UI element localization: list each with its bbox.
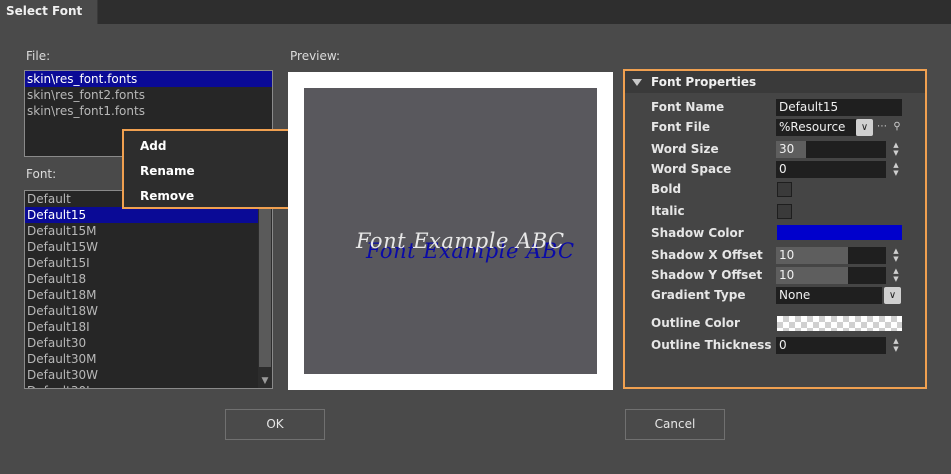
magnifier-icon[interactable]: ⚲ <box>891 120 903 134</box>
font-list-item[interactable]: Default18W <box>25 303 258 319</box>
gradient-type-select[interactable]: None <box>776 287 882 304</box>
ellipsis-icon[interactable]: ⋯ <box>876 120 888 134</box>
file-list-item[interactable]: skin\res_font.fonts <box>25 71 272 87</box>
font-properties-header[interactable]: Font Properties <box>625 71 925 93</box>
italic-label: Italic <box>651 204 685 218</box>
outline-thickness-spinner-icon[interactable]: ▲ ▼ <box>891 337 901 354</box>
word-space-spinner-icon[interactable]: ▲ ▼ <box>891 161 901 178</box>
window-title: Select Font <box>0 0 98 24</box>
font-list-item[interactable]: Default18I <box>25 319 258 335</box>
outline-thickness-label: Outline Thickness <box>651 338 772 352</box>
title-bar: Select Font <box>0 0 951 24</box>
bold-checkbox[interactable] <box>777 182 792 197</box>
shadow-y-offset-slider[interactable]: 10 <box>776 267 886 284</box>
outline-thickness-field[interactable]: 0 <box>776 337 886 354</box>
file-list-item[interactable]: skin\res_font2.fonts <box>25 87 272 103</box>
gradient-type-value: None <box>779 288 811 302</box>
font-list-item[interactable]: Default30M <box>25 351 258 367</box>
shadow-color-label: Shadow Color <box>651 226 744 240</box>
font-list-item[interactable]: Default18 <box>25 271 258 287</box>
word-size-slider[interactable]: 30 <box>776 141 886 158</box>
word-space-label: Word Space <box>651 162 732 176</box>
outline-thickness-value: 0 <box>779 338 787 352</box>
ok-button[interactable]: OK <box>225 409 325 440</box>
font-list-item[interactable]: Default18M <box>25 287 258 303</box>
font-list[interactable]: Default Default15 Default15M Default15W Defa… <box>24 190 273 389</box>
font-file-dropdown-icon[interactable]: ∨ <box>856 119 873 136</box>
preview-canvas: Font Example ABC Font Example ABC <box>304 88 597 374</box>
font-properties-title: Font Properties <box>651 75 757 89</box>
font-file-select[interactable]: %Resource <box>776 119 856 136</box>
scrollbar-thumb[interactable] <box>259 193 271 367</box>
font-list-scrollbar[interactable]: ▼ <box>258 191 272 388</box>
font-name-field[interactable]: Default15 <box>776 99 902 116</box>
italic-checkbox[interactable] <box>777 204 792 219</box>
shadow-x-offset-slider[interactable]: 10 <box>776 247 886 264</box>
outline-color-swatch[interactable] <box>777 316 902 331</box>
font-list-item[interactable]: Default15W <box>25 239 258 255</box>
font-file-label: Font File <box>651 120 710 134</box>
shadow-y-offset-value: 10 <box>779 268 795 282</box>
shadow-x-offset-value: 10 <box>779 248 795 262</box>
cancel-button[interactable]: Cancel <box>625 409 725 440</box>
shadow-color-swatch[interactable] <box>777 225 902 240</box>
file-label: File: <box>26 49 51 63</box>
gradient-type-dropdown-icon[interactable]: ∨ <box>884 287 901 304</box>
preview-frame: Font Example ABC Font Example ABC <box>288 72 613 390</box>
word-space-value: 0 <box>779 162 787 176</box>
word-size-value: 30 <box>779 142 795 156</box>
file-list-item[interactable]: skin\res_font1.fonts <box>25 103 272 119</box>
preview-label: Preview: <box>290 49 341 63</box>
font-label: Font: <box>26 167 57 181</box>
word-space-field[interactable]: 0 <box>776 161 886 178</box>
scroll-down-icon[interactable]: ▼ <box>258 374 272 388</box>
font-name-label: Font Name <box>651 100 725 114</box>
shadow-x-offset-spinner-icon[interactable]: ▲ ▼ <box>891 247 901 264</box>
font-list-item[interactable]: Default30I <box>25 383 258 388</box>
gradient-type-label: Gradient Type <box>651 288 746 302</box>
font-list-item[interactable]: Default30W <box>25 367 258 383</box>
shadow-y-offset-spinner-icon[interactable]: ▲ ▼ <box>891 267 901 284</box>
collapse-triangle-icon[interactable] <box>632 79 642 86</box>
shadow-y-offset-label: Shadow Y Offset <box>651 268 763 282</box>
font-properties-panel: Font Properties Font Name Default15 Font… <box>623 69 927 389</box>
word-size-spinner-icon[interactable]: ▲ ▼ <box>891 141 901 158</box>
shadow-x-offset-label: Shadow X Offset <box>651 248 763 262</box>
word-size-label: Word Size <box>651 142 719 156</box>
font-list-item[interactable]: Default30 <box>25 335 258 351</box>
bold-label: Bold <box>651 182 682 196</box>
outline-color-label: Outline Color <box>651 316 740 330</box>
preview-sample-text: Font Example ABC <box>356 229 565 253</box>
font-list-item[interactable]: Default15I <box>25 255 258 271</box>
font-list-item[interactable]: Default15M <box>25 223 258 239</box>
font-file-value: %Resource <box>779 120 846 134</box>
